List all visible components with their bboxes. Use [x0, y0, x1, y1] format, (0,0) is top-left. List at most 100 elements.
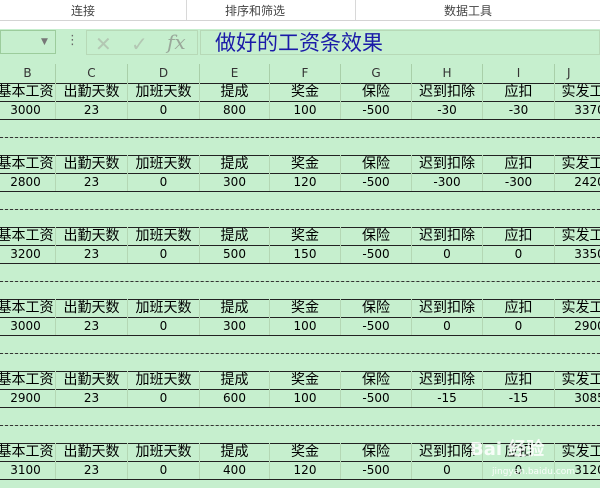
header-cell[interactable]: 奖金	[270, 371, 341, 389]
value-cell[interactable]: 3100	[0, 461, 56, 479]
value-cell[interactable]: -15	[412, 389, 483, 407]
header-cell[interactable]: 保险	[341, 227, 412, 245]
column-header-h[interactable]: H	[412, 64, 483, 83]
header-cell[interactable]: 出勤天数	[56, 371, 128, 389]
value-cell[interactable]: 120	[270, 461, 341, 479]
header-cell[interactable]: 迟到扣除	[412, 83, 483, 101]
value-cell[interactable]: -500	[341, 245, 412, 263]
header-cell[interactable]: 出勤天数	[56, 299, 128, 317]
header-cell[interactable]: 基本工资	[0, 371, 56, 389]
column-header-e[interactable]: E	[200, 64, 270, 83]
value-cell[interactable]: 2800	[0, 173, 56, 191]
chevron-down-icon[interactable]: ▼	[41, 37, 48, 47]
value-cell[interactable]: 23	[56, 317, 128, 335]
column-header-b[interactable]: B	[0, 64, 56, 83]
column-header-i[interactable]: I	[483, 64, 555, 83]
value-cell[interactable]: -500	[341, 389, 412, 407]
value-cell[interactable]: 120	[270, 173, 341, 191]
column-header-c[interactable]: C	[56, 64, 128, 83]
header-cell[interactable]: 提成	[200, 83, 270, 101]
value-cell[interactable]: 3000	[0, 101, 56, 119]
header-cell[interactable]: 提成	[200, 227, 270, 245]
header-cell[interactable]: 出勤天数	[56, 227, 128, 245]
column-header-d[interactable]: D	[128, 64, 200, 83]
more-options-icon[interactable]: ⋮	[66, 33, 79, 48]
value-cell[interactable]: -15	[483, 389, 555, 407]
value-cell[interactable]: -500	[341, 173, 412, 191]
value-cell[interactable]: 300	[200, 173, 270, 191]
header-cell[interactable]: 提成	[200, 371, 270, 389]
value-cell[interactable]: 0	[128, 461, 200, 479]
header-cell[interactable]: 加班天数	[128, 155, 200, 173]
value-cell[interactable]: 23	[56, 245, 128, 263]
value-cell[interactable]: 23	[56, 173, 128, 191]
value-cell[interactable]: 2900	[0, 389, 56, 407]
header-cell[interactable]: 应扣	[483, 371, 555, 389]
value-cell[interactable]: 800	[200, 101, 270, 119]
header-cell[interactable]: 实发工资	[555, 371, 600, 389]
header-cell[interactable]: 奖金	[270, 83, 341, 101]
value-cell[interactable]: 3200	[0, 245, 56, 263]
header-cell[interactable]: 出勤天数	[56, 443, 128, 461]
value-cell[interactable]: 0	[128, 317, 200, 335]
value-cell[interactable]: 0	[128, 245, 200, 263]
value-cell[interactable]: 2420	[555, 173, 600, 191]
header-cell[interactable]: 加班天数	[128, 371, 200, 389]
header-cell[interactable]: 保险	[341, 83, 412, 101]
header-cell[interactable]: 出勤天数	[56, 155, 128, 173]
value-cell[interactable]: 0	[128, 389, 200, 407]
header-cell[interactable]: 迟到扣除	[412, 371, 483, 389]
value-cell[interactable]: 23	[56, 389, 128, 407]
value-cell[interactable]: -300	[412, 173, 483, 191]
value-cell[interactable]: 300	[200, 317, 270, 335]
value-cell[interactable]: 3370	[555, 101, 600, 119]
insert-function-icon[interactable]: fx	[167, 30, 186, 54]
value-cell[interactable]: 23	[56, 101, 128, 119]
header-cell[interactable]: 奖金	[270, 227, 341, 245]
value-cell[interactable]: 400	[200, 461, 270, 479]
header-cell[interactable]: 奖金	[270, 443, 341, 461]
header-cell[interactable]: 提成	[200, 299, 270, 317]
header-cell[interactable]: 迟到扣除	[412, 227, 483, 245]
header-cell[interactable]: 基本工资	[0, 227, 56, 245]
value-cell[interactable]: 0	[128, 101, 200, 119]
name-box[interactable]: ▼	[0, 30, 56, 54]
value-cell[interactable]: 500	[200, 245, 270, 263]
formula-input[interactable]: 做好的工资条效果	[200, 30, 600, 55]
header-cell[interactable]: 保险	[341, 371, 412, 389]
header-cell[interactable]: 迟到扣除	[412, 155, 483, 173]
header-cell[interactable]: 加班天数	[128, 299, 200, 317]
header-cell[interactable]: 应扣	[483, 83, 555, 101]
value-cell[interactable]: 3085	[555, 389, 600, 407]
header-cell[interactable]: 应扣	[483, 299, 555, 317]
header-cell[interactable]: 保险	[341, 299, 412, 317]
value-cell[interactable]: 3350	[555, 245, 600, 263]
value-cell[interactable]: -30	[412, 101, 483, 119]
value-cell[interactable]: -500	[341, 317, 412, 335]
value-cell[interactable]: 100	[270, 317, 341, 335]
header-cell[interactable]: 实发工资	[555, 83, 600, 101]
header-cell[interactable]: 加班天数	[128, 83, 200, 101]
value-cell[interactable]: 0	[128, 173, 200, 191]
value-cell[interactable]: 0	[483, 317, 555, 335]
header-cell[interactable]: 奖金	[270, 299, 341, 317]
header-cell[interactable]: 基本工资	[0, 83, 56, 101]
value-cell[interactable]: -500	[341, 101, 412, 119]
header-cell[interactable]: 保险	[341, 443, 412, 461]
header-cell[interactable]: 出勤天数	[56, 83, 128, 101]
value-cell[interactable]: -30	[483, 101, 555, 119]
header-cell[interactable]: 实发工资	[555, 227, 600, 245]
value-cell[interactable]: 600	[200, 389, 270, 407]
header-cell[interactable]: 保险	[341, 155, 412, 173]
header-cell[interactable]: 实发工资	[555, 155, 600, 173]
header-cell[interactable]: 加班天数	[128, 443, 200, 461]
column-header-j[interactable]: J	[555, 64, 600, 83]
value-cell[interactable]: 0	[412, 317, 483, 335]
value-cell[interactable]: 150	[270, 245, 341, 263]
header-cell[interactable]: 基本工资	[0, 443, 56, 461]
value-cell[interactable]: 0	[412, 245, 483, 263]
header-cell[interactable]: 应扣	[483, 227, 555, 245]
header-cell[interactable]: 加班天数	[128, 227, 200, 245]
column-header-g[interactable]: G	[341, 64, 412, 83]
value-cell[interactable]: 100	[270, 101, 341, 119]
